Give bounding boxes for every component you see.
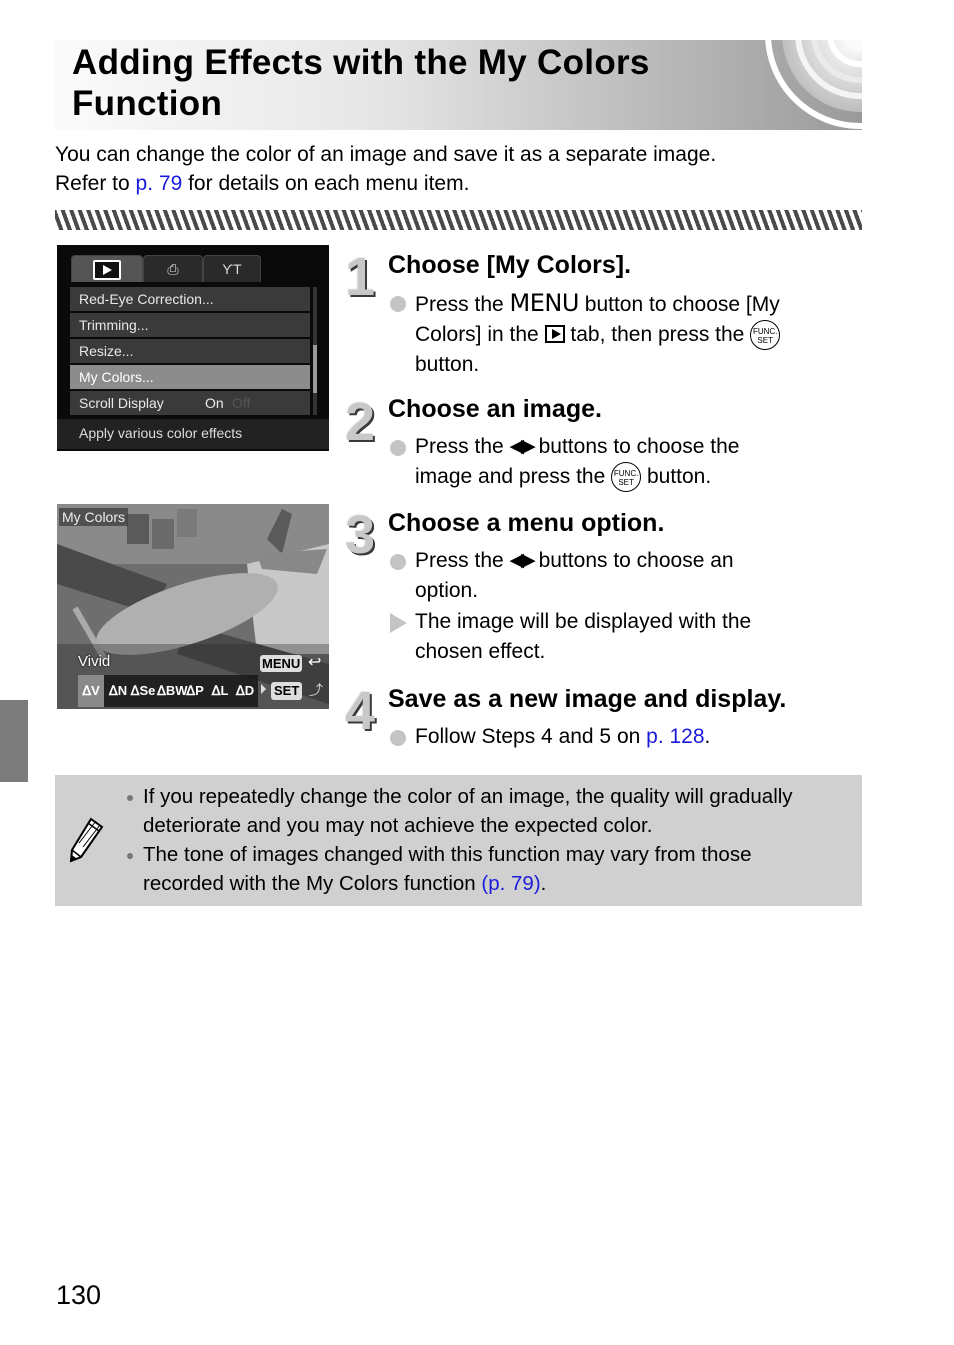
page-link-128[interactable]: p. 128	[646, 725, 704, 748]
effects-selector: ᐃV ᐃN ᐃSe ᐃBW ᐃP ᐃL ᐃD	[78, 675, 258, 707]
effect-positive-film: ᐃP	[186, 683, 204, 698]
page-title: Adding Effects with the My Colors Functio…	[72, 43, 650, 123]
current-effect-label: Vivid	[78, 653, 111, 670]
step-body-2: Press the ◀▶ buttons to choose the image…	[390, 432, 850, 493]
camera-menu-list: Red-Eye Correction... Trimming... Resize…	[70, 287, 310, 417]
section-divider-stripes	[55, 210, 862, 230]
right-arrow-icon	[261, 684, 266, 694]
concentric-rings-decoration-icon	[765, 40, 862, 129]
bullet-icon	[390, 440, 406, 456]
step-body-1: Press the MENU button to choose [My Colo…	[390, 288, 850, 380]
step-number-4: 4	[345, 681, 376, 741]
step-title-3: Choose a menu option.	[388, 509, 665, 537]
play-tab	[71, 255, 143, 282]
return-arrow-icon: ↩	[308, 654, 322, 671]
effect-vivid: ᐃV	[78, 675, 104, 707]
camera-menu-scrollbar	[313, 287, 317, 415]
left-right-arrows-icon: ◀▶	[509, 436, 536, 457]
note-list: If you repeatedly change the color of an…	[127, 782, 857, 898]
step-body-4: Follow Steps 4 and 5 on p. 128.	[390, 722, 850, 752]
step-number-3: 3	[345, 505, 376, 565]
bullet-icon	[390, 296, 406, 312]
intro-text: You can change the color of an image and…	[55, 143, 717, 195]
effect-lighter-skin: ᐃL	[211, 683, 229, 698]
effect-sepia: ᐃSe	[130, 683, 156, 698]
result-arrow-icon	[390, 613, 407, 633]
menu-button-glyph: MENU	[509, 289, 580, 317]
play-icon	[93, 260, 121, 281]
menu-item-red-eye: Red-Eye Correction...	[70, 287, 310, 311]
settings-tab: ƳT	[203, 255, 261, 282]
func-set-button-icon: FUNC. SET	[750, 320, 781, 351]
page-number: 130	[56, 1280, 102, 1310]
camera-menu-screenshot: ⎙ ƳT Red-Eye Correction... Trimming... R…	[57, 245, 329, 451]
menu-item-my-colors: My Colors...	[70, 365, 310, 389]
note-item: The tone of images changed with this fun…	[127, 840, 857, 898]
chapter-side-tab	[0, 700, 28, 782]
print-icon: ⎙	[167, 261, 179, 277]
menu-item-resize: Resize...	[70, 339, 310, 363]
step-title-1: Choose [My Colors].	[388, 251, 632, 279]
play-tab-icon	[544, 325, 565, 343]
page-link-79[interactable]: (p. 79)	[481, 872, 540, 895]
my-colors-label: My Colors	[59, 508, 129, 526]
note-box: If you repeatedly change the color of an…	[55, 775, 862, 906]
step-number-1: 1	[345, 247, 376, 307]
step-title-2: Choose an image.	[388, 395, 602, 423]
section-header-banner: Adding Effects with the My Colors Functio…	[55, 40, 862, 130]
func-set-button-icon: FUNC. SET	[611, 462, 642, 493]
wrench-hammer-icon: ƳT	[222, 261, 242, 277]
set-button-icon: SET	[271, 682, 303, 700]
step-title-4: Save as a new image and display.	[388, 685, 787, 713]
menu-item-scroll-display: Scroll Display On Off	[70, 391, 310, 415]
step-number-2: 2	[345, 392, 376, 452]
effect-bw: ᐃBW	[157, 683, 188, 698]
bullet-icon	[127, 853, 133, 859]
step-body-3: Press the ◀▶ buttons to choose an option…	[390, 546, 850, 667]
menu-button-icon: MENU	[260, 655, 303, 672]
save-icon: ⤴	[309, 682, 323, 698]
left-right-arrows-icon: ◀▶	[509, 550, 536, 571]
bullet-icon	[127, 795, 133, 801]
note-item: If you repeatedly change the color of an…	[127, 782, 857, 840]
bullet-icon	[390, 730, 406, 746]
print-tab: ⎙	[143, 255, 203, 282]
camera-menu-tabs: ⎙ ƳT	[71, 255, 307, 282]
menu-item-trimming: Trimming...	[70, 313, 310, 337]
camera-my-colors-screenshot: My Colors Vivid MENU ↩ ᐃV ᐃN ᐃSe ᐃBW ᐃP …	[57, 504, 329, 709]
page-link-79[interactable]: p. 79	[136, 172, 183, 195]
effect-darker-skin: ᐃD	[235, 683, 255, 698]
effect-neutral: ᐃN	[108, 683, 128, 698]
camera-menu-hint: Apply various color effects	[57, 419, 329, 449]
pencil-icon	[69, 817, 104, 863]
bullet-icon	[390, 554, 406, 570]
